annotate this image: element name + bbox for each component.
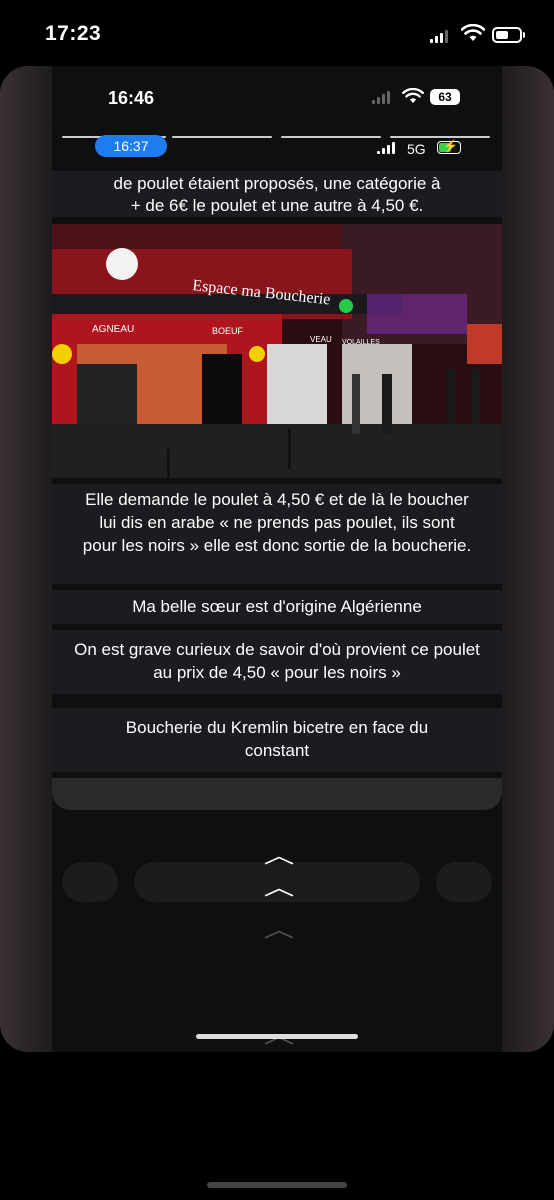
inner-status-time: 16:46 [108,88,155,108]
wifi-icon [461,24,485,41]
battery-icon [492,27,525,43]
awning-label-veau: VEAU [310,335,332,344]
awning-label-volailles: VOLAILLES [342,339,380,346]
charging-battery-icon: ⚡ [437,139,461,154]
swipe-up-chevron-icon[interactable]: ︿ [264,870,295,902]
post-text-top: de poulet étaient proposés, une catégori… [52,171,502,217]
awning-label-agneau: AGNEAU [92,324,134,335]
swipe-up-chevron-icon: ︿ [263,917,295,942]
ghost-button-left [62,862,118,902]
cellular-signal-icon [430,29,448,43]
swipe-up-chevron-icon[interactable]: ︿ [264,838,295,870]
inner-wifi-icon [402,88,424,104]
status-time: 17:23 [45,22,102,45]
story-progress-bar [172,136,272,138]
card-left-edge [0,66,52,1052]
home-indicator[interactable] [207,1182,347,1188]
post-bottom-strip [52,778,502,810]
post-paragraph-3: On est grave curieux de savoir d'où prov… [52,630,502,694]
story-progress-bar [390,136,490,138]
nested-signal-icon [377,142,395,154]
ghost-button-right [436,862,492,902]
network-label: 5G [407,141,426,157]
inner-home-indicator[interactable] [196,1034,358,1039]
inner-signal-icon [372,90,390,104]
post-paragraph-1: Elle demande le poulet à 4,50 € et de là… [52,484,502,584]
inner-battery-icon: 63 [430,89,460,105]
card-right-edge [502,66,554,1052]
post-paragraph-2: Ma belle sœur est d'origine Algérienne [52,590,502,624]
post-paragraph-4: Boucherie du Kremlin bicetre en face du … [52,708,502,772]
shop-photo: Espace ma Boucherie AGNEAU BOEUF VEAU VO… [52,224,502,478]
awning-label-boeuf: BOEUF [212,326,244,336]
story-progress-bar [281,136,381,138]
nested-time-pill: 16:37 [95,135,167,157]
outer-status-bar: 17:23 [0,0,554,68]
